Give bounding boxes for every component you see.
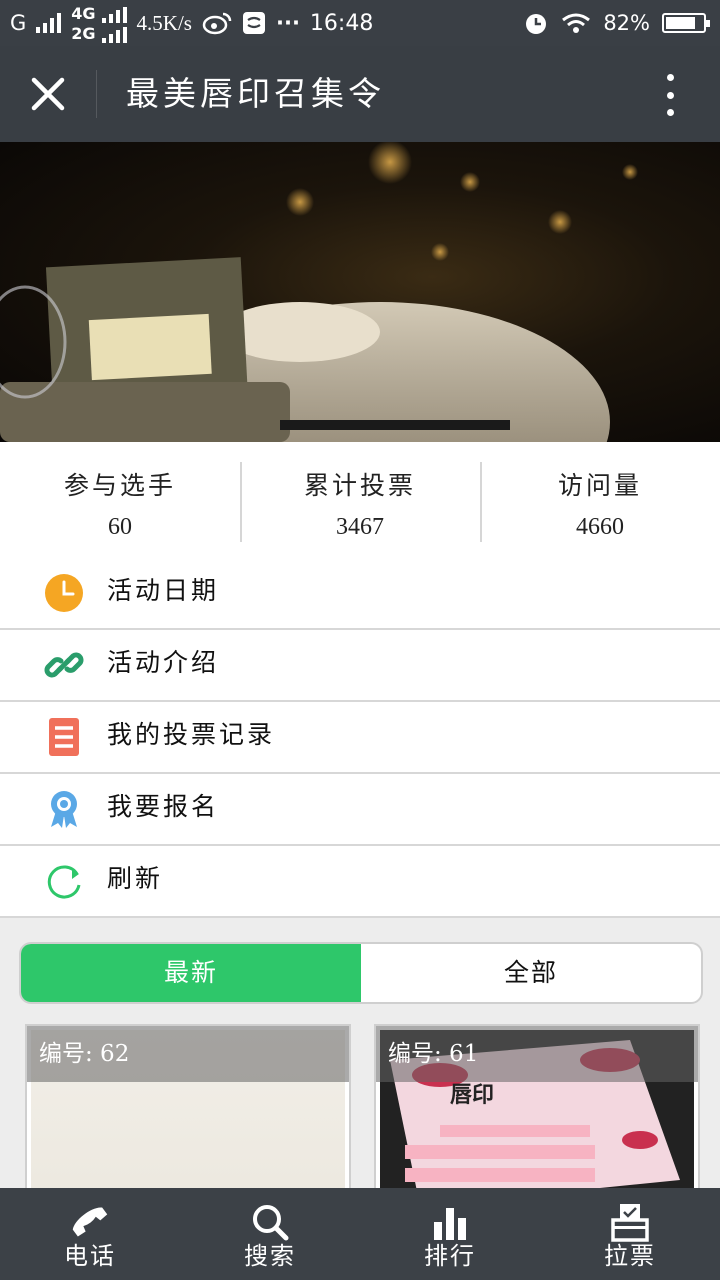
stat-label: 累计投票: [303, 471, 416, 500]
link-icon: [44, 652, 84, 678]
network-type: 4G 2G: [71, 3, 127, 43]
status-bar: G 4G 2G 4.5K/s ··· 16:48 82%: [0, 0, 720, 46]
carrier-label: G: [10, 11, 27, 35]
stat-participants: 参与选手 60: [0, 442, 240, 558]
weibo-icon: [202, 12, 232, 35]
clock-icon: [45, 574, 83, 612]
app-notification-icon: [242, 12, 265, 34]
bottom-nav-ranking[interactable]: 排行: [360, 1188, 540, 1280]
menu-item-label: 活动日期: [107, 576, 220, 605]
menu-item-label: 我的投票记录: [107, 720, 276, 749]
menu-item-label: 活动介绍: [107, 648, 220, 677]
menu-item-activity-intro[interactable]: 活动介绍: [0, 630, 720, 702]
refresh-icon: [47, 865, 81, 899]
stat-label: 参与选手: [63, 471, 176, 500]
activity-menu: 活动日期 活动介绍 我的投票记录 我要报名 刷新: [0, 558, 720, 918]
stat-value: 60: [108, 514, 132, 540]
list-icon: [49, 718, 79, 756]
bottom-nav-label: 拉票: [604, 1242, 656, 1270]
nav-divider: [96, 70, 97, 118]
menu-item-label: 我要报名: [107, 792, 220, 821]
stats-row: 参与选手 60 累计投票 3467 访问量 4660: [0, 442, 720, 558]
entry-card[interactable]: 编号: 62: [25, 1024, 351, 1208]
menu-item-register[interactable]: 我要报名: [0, 774, 720, 846]
award-icon: [51, 791, 77, 828]
bottom-nav: 电话 搜索 排行 拉票: [0, 1188, 720, 1280]
battery-percent: 82%: [603, 11, 650, 35]
filter-tabs: 最新 全部: [19, 942, 703, 1004]
menu-item-activity-date[interactable]: 活动日期: [0, 558, 720, 630]
svg-text:唇印: 唇印: [450, 1083, 494, 1108]
more-notifications-icon: ···: [275, 11, 300, 35]
menu-item-label: 刷新: [107, 864, 164, 893]
bottom-nav-canvass[interactable]: 拉票: [540, 1188, 720, 1280]
bottom-nav-search[interactable]: 搜索: [180, 1188, 360, 1280]
banner-image: [0, 142, 720, 442]
navigation-bar: 最美唇印召集令: [0, 46, 720, 142]
stat-label: 访问量: [557, 471, 642, 500]
wifi-icon: [562, 13, 591, 33]
menu-item-refresh[interactable]: 刷新: [0, 846, 720, 918]
signal-icon: [36, 13, 62, 33]
page-title: 最美唇印召集令: [126, 74, 385, 113]
entry-number: 编号: 62: [27, 1026, 349, 1082]
stat-value: 4660: [576, 514, 624, 540]
menu-item-vote-record[interactable]: 我的投票记录: [0, 702, 720, 774]
tab-all[interactable]: 全部: [361, 944, 701, 1002]
entry-number: 编号: 61: [376, 1026, 698, 1082]
stat-visits: 访问量 4660: [480, 442, 720, 558]
bottom-nav-label: 电话: [64, 1242, 116, 1270]
clock-time: 16:48: [309, 10, 374, 36]
battery-icon: [662, 13, 710, 33]
bottom-nav-label: 搜索: [244, 1242, 296, 1270]
bottom-nav-phone[interactable]: 电话: [0, 1188, 180, 1280]
entry-card[interactable]: 唇印 编号: 61: [374, 1024, 700, 1208]
bottom-nav-label: 排行: [424, 1242, 476, 1270]
network-speed: 4.5K/s: [136, 10, 192, 35]
close-icon[interactable]: [22, 68, 74, 120]
alarm-icon: [526, 14, 547, 34]
more-menu-icon[interactable]: [660, 74, 680, 116]
stat-value: 3467: [336, 514, 384, 540]
tab-latest[interactable]: 最新: [21, 944, 361, 1002]
stat-total-votes: 累计投票 3467: [240, 442, 480, 558]
